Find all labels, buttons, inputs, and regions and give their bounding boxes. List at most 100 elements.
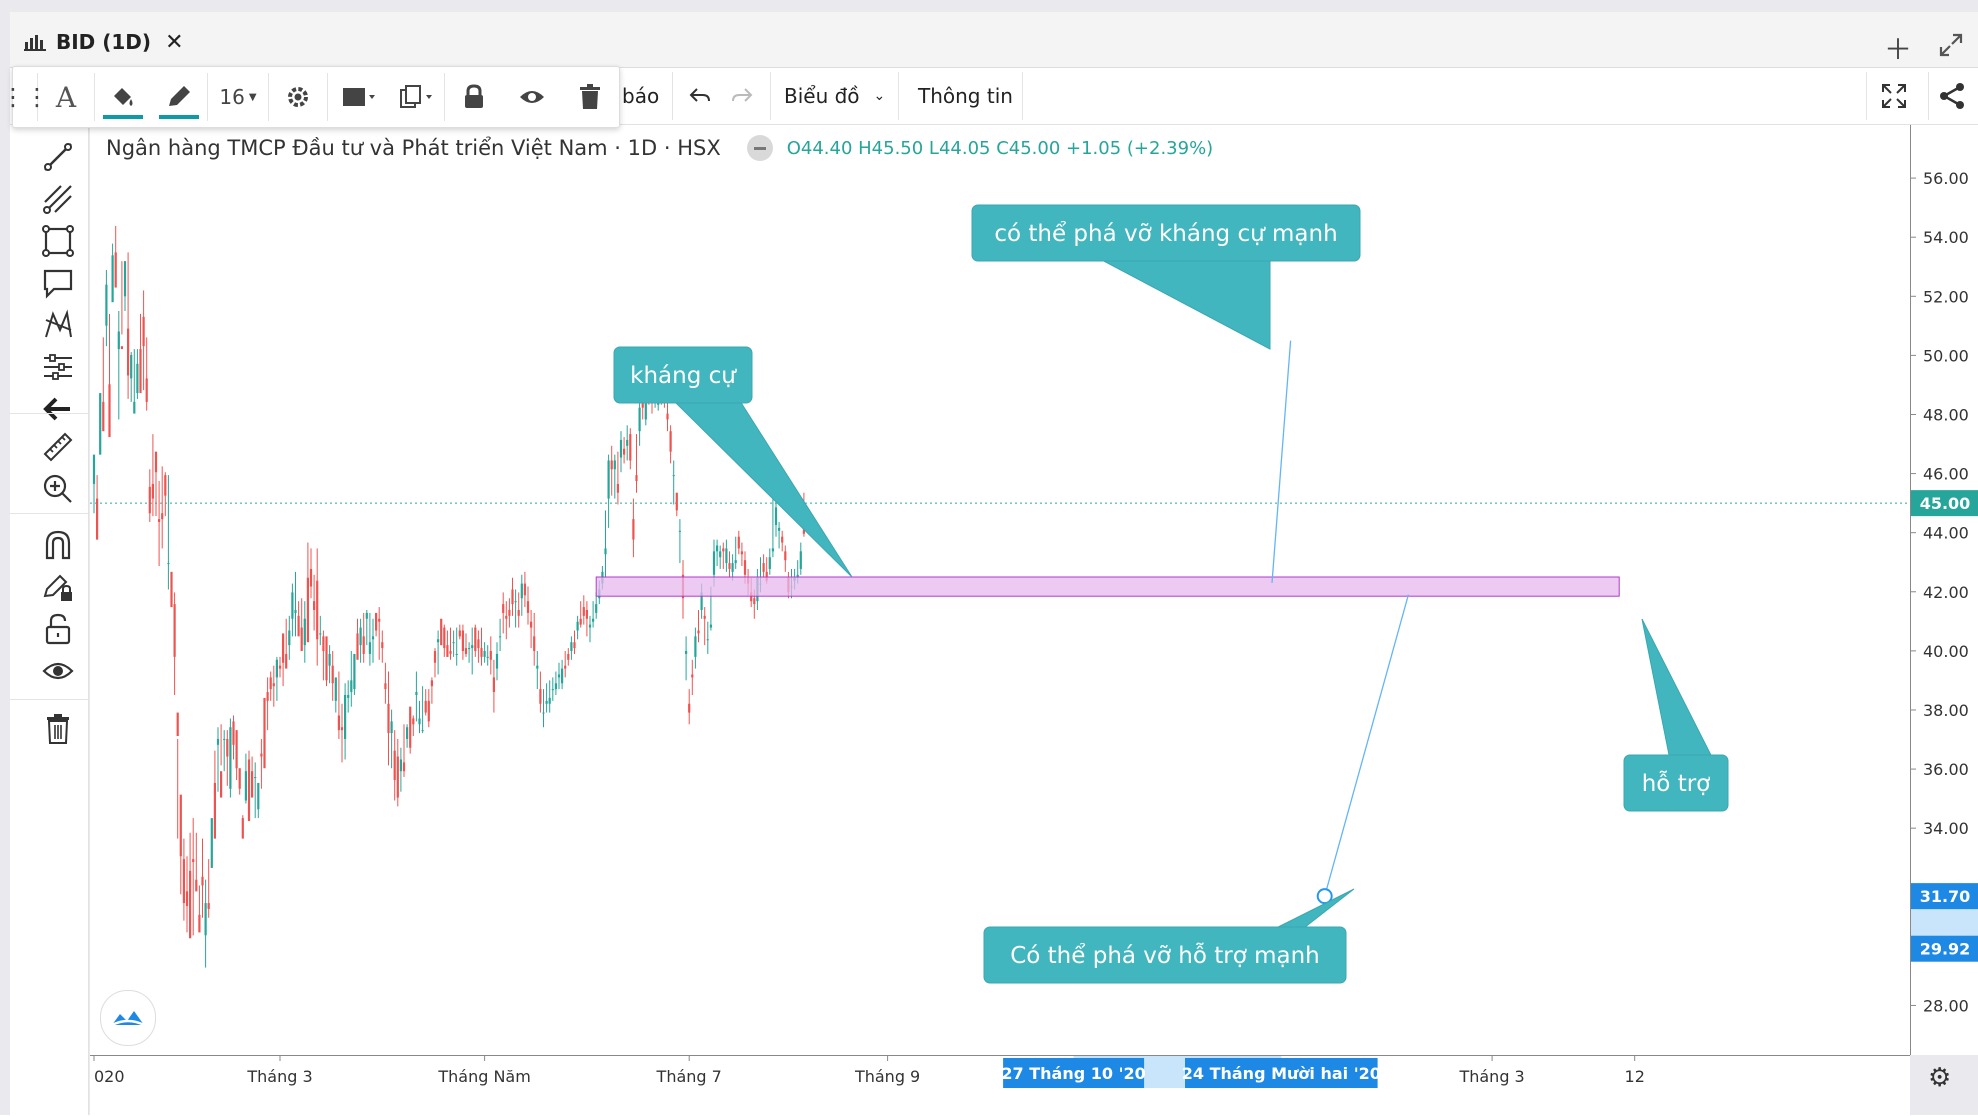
eye-icon[interactable] (503, 67, 561, 127)
candle-body (92, 454, 96, 484)
minus-icon (753, 146, 766, 150)
candlestick-chart[interactable]: có thể phá vỡ kháng cự mạnh kháng cự hỗ tr… (90, 125, 1910, 1055)
drag-handle[interactable]: ⋮⋮ (1, 67, 49, 127)
share-icon[interactable] (1938, 68, 1966, 124)
candle-body (610, 460, 613, 470)
instrument-name: Ngân hàng TMCP Đầu tư và Phát triển Việt… (106, 136, 721, 160)
projection-icon[interactable] (30, 347, 86, 387)
candle-body (164, 475, 167, 496)
fill-bucket-icon[interactable] (95, 67, 151, 127)
collapse-legend-button[interactable] (746, 135, 773, 161)
candle-body (691, 674, 694, 678)
candle-body (291, 592, 294, 619)
candle-body (458, 630, 461, 637)
chart-legend: Ngân hàng TMCP Đầu tư và Phát triển Việt… (106, 135, 1213, 161)
candle-body (666, 413, 669, 420)
candle-body (719, 551, 722, 558)
time-axis[interactable]: 020 Tháng 3 Tháng Năm Tháng 7 Tháng 9 Tháng 3… (90, 1055, 1910, 1116)
price-axis[interactable]: 28.00 34.00 36.00 38.00 40.00 42.00 44.00 46.00… (1910, 125, 1978, 1055)
candle-body (406, 727, 409, 739)
unlock-icon[interactable] (30, 609, 86, 649)
lock-icon[interactable] (445, 67, 503, 127)
gear-icon[interactable]: ⚙ (1928, 1063, 1951, 1093)
candle-body (278, 665, 282, 669)
candle-body (368, 642, 371, 654)
candle-body (480, 648, 483, 657)
expand-arrows-icon[interactable] (1938, 32, 1964, 58)
candle-body (319, 633, 322, 635)
candle-body (260, 753, 263, 757)
chart-menu-button[interactable]: Biểu đồ ⌄ (784, 68, 885, 124)
candle-body (548, 697, 551, 704)
text-icon[interactable]: A (38, 67, 94, 127)
time-tick-label: Tháng 9 (854, 1067, 920, 1086)
ohlc-values: O44.40 H45.50 L44.05 C45.00 +1.05 (+2.39… (786, 137, 1214, 159)
lock-pencil-icon[interactable] (30, 567, 86, 607)
candle-body (582, 607, 585, 616)
candle-body (99, 393, 102, 455)
brand-logo[interactable] (100, 990, 156, 1046)
copy-icon[interactable] (388, 67, 444, 127)
callout-icon[interactable] (30, 263, 86, 303)
candle-body (300, 627, 303, 652)
candle-body (774, 507, 778, 525)
redo-icon[interactable] (730, 68, 754, 124)
trend-line-icon[interactable] (30, 137, 86, 177)
eye-icon[interactable] (30, 651, 86, 691)
undo-icon[interactable] (688, 68, 712, 124)
candle-body (114, 252, 117, 288)
candle-body (378, 618, 381, 622)
chart-area[interactable]: có thể phá vỡ kháng cự mạnh kháng cự hỗ tr… (90, 125, 1910, 1055)
fib-icon[interactable] (30, 179, 86, 219)
chart-icon (24, 35, 46, 51)
plus-icon[interactable]: ＋ (1884, 28, 1912, 68)
candle-body (737, 536, 740, 549)
candle-body (375, 612, 378, 631)
pattern-icon[interactable] (30, 305, 86, 345)
callout-text: có thể phá vỡ kháng cự mạnh (994, 221, 1337, 247)
alert-button[interactable]: báo (622, 68, 659, 124)
candle-body (189, 870, 192, 939)
candle-body (468, 648, 471, 650)
toolbar-divider (898, 72, 899, 120)
candle-body (158, 519, 161, 523)
tab-bid-1d[interactable]: BID (1D) ✕ (24, 30, 184, 55)
info-button[interactable]: Thông tin (918, 68, 1013, 124)
candle-body (356, 633, 359, 660)
candle-body (396, 756, 399, 798)
candle-body (105, 284, 108, 326)
candle-body (542, 712, 545, 714)
ruler-icon[interactable] (30, 427, 86, 467)
candle-body (220, 771, 223, 798)
font-size-select[interactable]: 16 ▼ (208, 67, 268, 127)
candle-body (170, 571, 173, 608)
zoom-in-icon[interactable] (30, 469, 86, 509)
magnet-icon[interactable] (30, 525, 86, 565)
candle-body (427, 700, 430, 722)
time-tick-label: Tháng 7 (656, 1067, 722, 1086)
candle-body (316, 580, 319, 640)
candle-body (272, 683, 275, 687)
fullscreen-icon[interactable] (1880, 68, 1908, 124)
price-tick-label: 28.00 (1923, 996, 1969, 1015)
chart-menu-label: Biểu đồ (784, 84, 860, 108)
trash-icon[interactable] (561, 67, 619, 127)
trash-icon[interactable] (30, 709, 86, 749)
rectangle-fill-icon[interactable] (328, 67, 388, 127)
callout-breakdown-support: Có thể phá vỡ hỗ trợ mạnh (983, 888, 1355, 984)
candle-body (489, 651, 492, 660)
candle-body (409, 706, 412, 748)
callout-pointer (1099, 258, 1271, 350)
price-marker-label: 29.92 (1920, 940, 1971, 959)
close-icon[interactable]: ✕ (165, 30, 183, 55)
candle-body (127, 328, 130, 376)
pencil-icon[interactable] (151, 67, 207, 127)
rectangle-icon[interactable] (30, 221, 86, 261)
candle-body (477, 639, 480, 649)
back-arrow-icon[interactable] (30, 389, 86, 429)
candle-body (313, 601, 316, 610)
candle-body (595, 604, 598, 613)
resistance-support-zone (595, 576, 1620, 597)
candle-body (762, 563, 765, 572)
gear-icon[interactable] (269, 67, 327, 127)
